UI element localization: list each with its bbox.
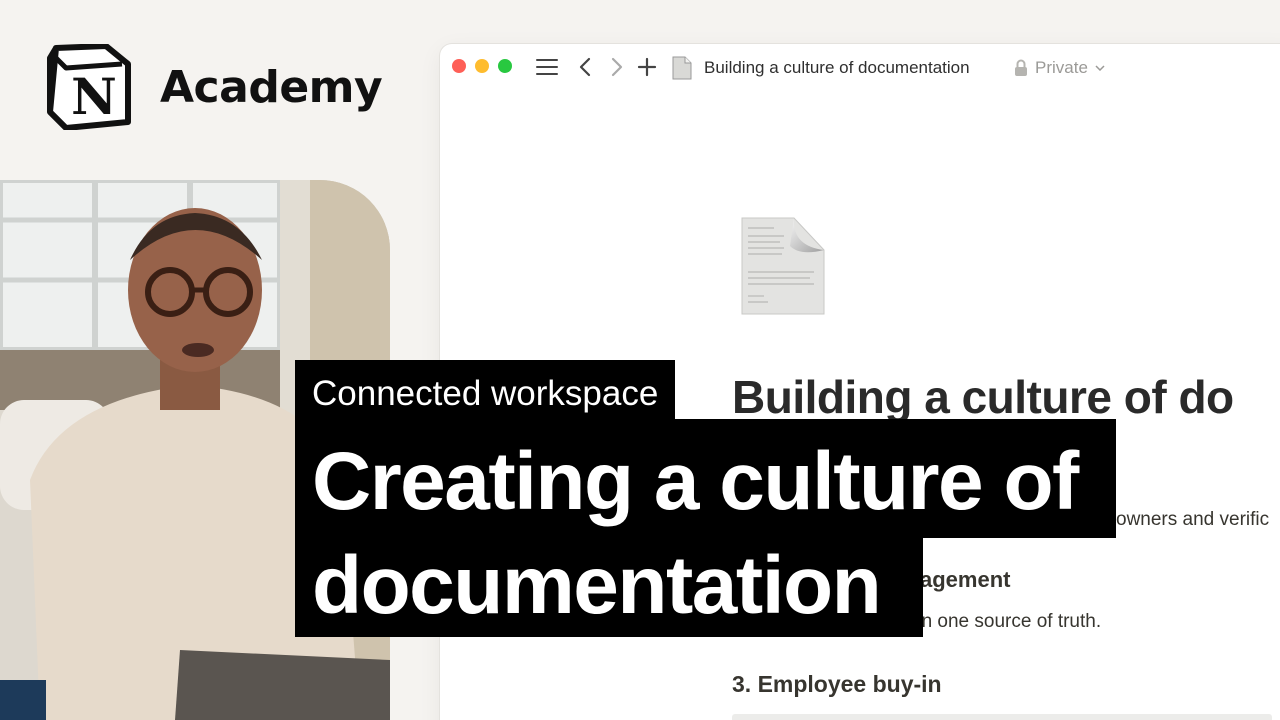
lock-icon xyxy=(1015,59,1027,76)
academy-brand: N Academy xyxy=(46,44,383,130)
section-heading[interactable]: 3. Employee buy-in xyxy=(732,671,942,698)
caption-title-line-2: documentation xyxy=(295,537,923,637)
close-window-button[interactable] xyxy=(452,59,466,73)
back-arrow-icon[interactable] xyxy=(573,55,597,79)
new-page-plus-icon[interactable] xyxy=(635,55,659,79)
privacy-menu[interactable]: Private xyxy=(1014,58,1105,78)
subheading-fragment[interactable]: agement xyxy=(920,567,1010,593)
page-document-icon xyxy=(672,56,692,80)
chevron-down-icon xyxy=(1095,65,1105,71)
minimize-window-button[interactable] xyxy=(475,59,489,73)
window-titlebar: Building a culture of documentation Priv… xyxy=(440,44,1280,90)
document-page-icon[interactable] xyxy=(740,216,826,316)
notion-logo-icon: N xyxy=(47,44,131,130)
body-text-fragment[interactable]: owners and verific xyxy=(1116,509,1269,531)
caption-title-line-1: Creating a culture of xyxy=(295,419,1116,538)
faded-text-line xyxy=(732,714,1272,720)
caption-kicker: Connected workspace xyxy=(295,360,676,420)
sidebar-menu-icon[interactable] xyxy=(535,55,559,79)
page-heading[interactable]: Building a culture of do xyxy=(732,370,1234,424)
forward-arrow-icon[interactable] xyxy=(605,55,629,79)
logo-letter: N xyxy=(71,67,117,126)
brand-name: Academy xyxy=(160,61,383,113)
breadcrumb-page-title[interactable]: Building a culture of documentation xyxy=(704,58,970,78)
zoom-window-button[interactable] xyxy=(498,59,512,73)
body-text-fragment[interactable]: on one source of truth. xyxy=(911,611,1101,633)
privacy-label: Private xyxy=(1035,58,1088,77)
